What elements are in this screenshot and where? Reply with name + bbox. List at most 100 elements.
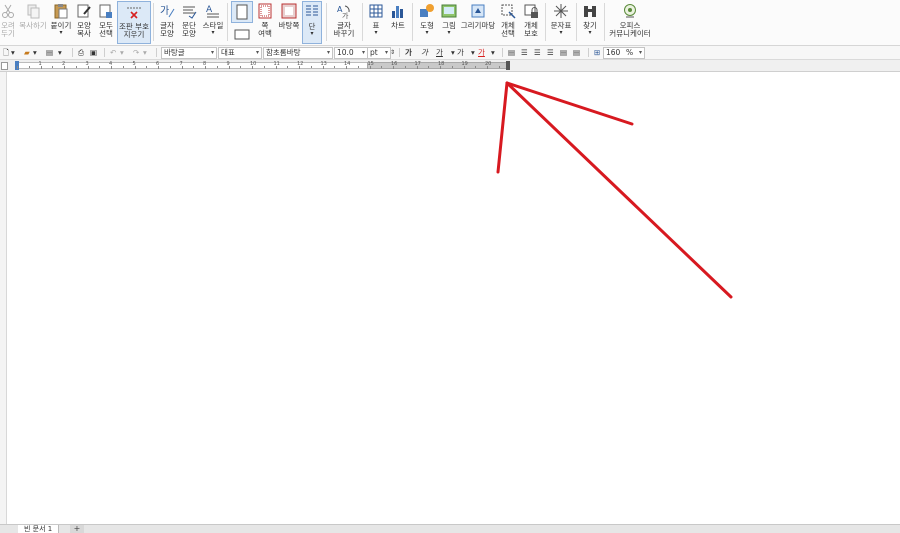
align-distribute-icon[interactable]: ▤ — [560, 47, 567, 58]
format-copy-button[interactable]: 모양 복사 — [74, 1, 94, 44]
font-select[interactable]: 함초롬바탕 ▾ — [263, 47, 333, 59]
ruler-number: 10 — [250, 61, 257, 67]
chevron-down-icon[interactable]: ▾ — [120, 47, 124, 58]
align-justify-icon[interactable]: ▤ — [508, 47, 515, 58]
chevron-down-icon: ▾ — [447, 29, 451, 36]
ruler-tick — [193, 66, 195, 68]
align-right-icon[interactable]: ☰ — [547, 47, 554, 58]
page-margin-button[interactable]: 쪽 여백 — [255, 1, 275, 44]
chevron-down-icon[interactable]: ▾ — [451, 47, 455, 58]
chevron-down-icon: ▾ — [638, 49, 642, 56]
chevron-down-icon[interactable]: ▾ — [33, 47, 37, 58]
chevron-down-icon[interactable]: ▾ — [11, 47, 15, 58]
format-painter-icon — [76, 3, 92, 19]
ruler-tick — [111, 66, 112, 69]
bold-button[interactable]: 가 — [405, 47, 412, 58]
horizontal-ruler[interactable]: 1 2 3 4 5 6 7 8 9 10 11 12 13 14 15 16 17 18 19 20 — [0, 60, 900, 72]
chevron-down-icon[interactable]: ▾ — [491, 47, 495, 58]
find-button[interactable]: 찾기 ▾ — [580, 1, 600, 44]
ruler-tick — [240, 66, 242, 68]
ruler-number: 15 — [367, 61, 374, 67]
table-icon — [368, 3, 384, 19]
table-button[interactable]: 표 ▾ — [366, 1, 386, 44]
ruler-tick — [299, 66, 300, 69]
document-area[interactable] — [0, 72, 900, 524]
ruler-tick — [487, 66, 488, 69]
para-shape-button[interactable]: 문단 모양 — [179, 1, 199, 44]
ruler-number: 17 — [414, 61, 421, 67]
ruler-tick — [146, 66, 148, 68]
ruler-tick — [334, 66, 336, 68]
page-view-button[interactable] — [231, 1, 253, 23]
symbol-icon — [553, 3, 569, 19]
symbol-button[interactable]: 문자표 ▾ — [549, 1, 573, 44]
size-stepper[interactable]: ⇕ — [390, 47, 395, 58]
cut-button[interactable]: 오려 두기 — [0, 1, 16, 44]
char-shape-button[interactable]: 가 글자 모양 — [157, 1, 177, 44]
copy-button[interactable]: 복사하기 — [18, 1, 48, 44]
ruler-number: 13 — [320, 61, 327, 67]
font-color-button[interactable]: 가 — [478, 47, 485, 58]
scissors-icon — [0, 3, 16, 19]
ruler-tick — [428, 66, 430, 68]
italic-button[interactable]: 가 — [421, 47, 428, 58]
chevron-down-icon: ▾ — [326, 49, 330, 56]
ruler-corner[interactable] — [1, 62, 8, 70]
style-icon: A — [205, 3, 221, 19]
chart-button[interactable]: 차트 — [388, 1, 408, 44]
chevron-down-icon[interactable]: ▾ — [143, 47, 147, 58]
change-case-button[interactable]: A가 글자 바꾸기 — [330, 1, 358, 44]
binoculars-icon — [582, 3, 598, 19]
new-doc-icon[interactable]: 🗋 — [3, 47, 9, 58]
style-select[interactable]: 바탕글 ▾ — [161, 47, 217, 59]
ruler-tick — [205, 66, 206, 69]
save-icon[interactable]: ▤ — [46, 47, 53, 58]
paste-button[interactable]: 붙이기 ▾ — [50, 1, 72, 44]
ruler-tick — [75, 66, 77, 68]
page-bg-button[interactable]: 바탕쪽 — [277, 1, 301, 44]
vertical-ruler[interactable] — [0, 72, 7, 524]
redo-icon[interactable]: ↷ — [133, 47, 139, 58]
ruler-number: 18 — [438, 61, 445, 67]
protect-object-button[interactable]: 개체 보호 — [520, 1, 542, 44]
column-button[interactable]: 단 ▾ — [302, 1, 322, 44]
underline-button[interactable]: 가 — [436, 47, 443, 58]
bar-chart-icon — [390, 3, 406, 19]
chevron-down-icon: ▾ — [374, 29, 378, 36]
chevron-down-icon[interactable]: ▾ — [58, 47, 62, 58]
office-community-button[interactable]: 오피스 커뮤니케이터 — [608, 1, 652, 44]
font-type-select[interactable]: 대표 ▾ — [218, 47, 262, 59]
shape-button[interactable]: 도형 ▾ — [416, 1, 438, 44]
change-case-icon: A가 — [336, 3, 352, 20]
chevron-down-icon: ▾ — [588, 29, 592, 36]
select-object-button[interactable]: 개체 선택 — [497, 1, 519, 44]
right-indent-marker[interactable] — [506, 61, 510, 70]
align-left-icon[interactable]: ☰ — [521, 47, 528, 58]
page-layout-icon — [234, 26, 250, 42]
page-layout-button[interactable] — [231, 24, 253, 44]
drawing-market-button[interactable]: 그리기마당 — [461, 1, 495, 44]
page-bg-icon — [281, 3, 297, 19]
font-size-input[interactable]: 10.0 ▾ — [334, 47, 368, 59]
ruler-tick — [181, 66, 183, 69]
align-split-icon[interactable]: ▤ — [573, 47, 580, 58]
zoom-select[interactable]: 160 % ▾ — [603, 47, 645, 59]
preview-icon[interactable]: ▣ — [90, 47, 97, 58]
strike-button[interactable]: 가 — [457, 47, 464, 58]
style-button[interactable]: A 스타일 ▾ — [201, 1, 225, 44]
ruler-tick — [451, 66, 453, 68]
ruler-tick — [322, 66, 324, 69]
undo-icon[interactable]: ↶ — [110, 47, 116, 58]
unit-select[interactable]: pt ▾ — [367, 47, 391, 59]
select-all-button[interactable]: 모두 선택 — [96, 1, 116, 44]
picture-button[interactable]: 그림 ▾ — [439, 1, 459, 44]
ruler-tick — [416, 66, 418, 69]
open-folder-icon[interactable]: ▰ — [24, 47, 30, 58]
align-center-icon[interactable]: ☰ — [534, 47, 541, 58]
chevron-down-icon[interactable]: ▾ — [471, 47, 475, 58]
print-icon[interactable]: ⎙ — [78, 47, 84, 58]
para-shape-icon — [181, 3, 197, 19]
edit-restrict-button[interactable]: 조판 부호 지우기 — [117, 1, 151, 44]
ruler-tick — [158, 66, 159, 69]
ruler-tick — [440, 66, 441, 69]
